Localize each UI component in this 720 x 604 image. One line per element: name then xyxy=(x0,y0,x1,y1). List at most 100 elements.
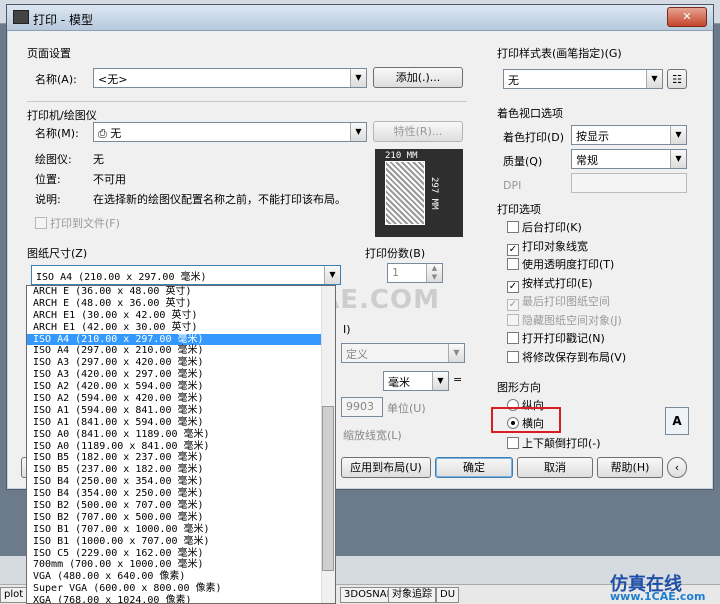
paper-size-select[interactable]: ISO A4 (210.00 x 297.00 毫米) ▼ xyxy=(31,265,341,285)
command-line[interactable]: plot xyxy=(0,587,28,603)
checkbox-box xyxy=(507,437,519,449)
paper-size-option[interactable]: ISO B2 (500.00 x 707.00 毫米) xyxy=(27,500,335,512)
quality-label: 质量(Q) xyxy=(503,155,543,168)
scale-select[interactable]: 定义 ▼ xyxy=(341,343,465,363)
properties-button[interactable]: 特性(R)... xyxy=(373,121,463,142)
plot-option-checkbox[interactable]: 将修改保存到布局(V) xyxy=(507,349,626,365)
paper-size-option[interactable]: ARCH E1 (42.00 x 30.00 英寸) xyxy=(27,322,335,334)
checkbox-box xyxy=(35,217,47,229)
plot-options-group: 打印选项 xyxy=(497,203,541,216)
paper-size-option[interactable]: ARCH E (36.00 x 48.00 英寸) xyxy=(27,286,335,298)
paper-size-option[interactable]: ISO A2 (420.00 x 594.00 毫米) xyxy=(27,381,335,393)
scale-value: 9903 xyxy=(346,400,374,413)
plot-option-label: 后台打印(K) xyxy=(522,221,582,234)
scale-value-input[interactable]: 9903 xyxy=(341,397,383,417)
plotter-value: 无 xyxy=(93,153,104,166)
print-to-file-checkbox[interactable]: 打印到文件(F) xyxy=(35,215,120,231)
paper-size-option[interactable]: ISO A1 (594.00 x 841.00 毫米) xyxy=(27,405,335,417)
paper-size-option[interactable]: ISO B4 (354.00 x 250.00 毫米) xyxy=(27,488,335,500)
cancel-button[interactable]: 取消 xyxy=(517,457,593,478)
unit-label: 单位(U) xyxy=(387,402,426,415)
plotter-name-value: 无 xyxy=(110,127,122,140)
paper-size-options: ARCH E (36.00 x 48.00 英寸) ARCH E (48.00 x… xyxy=(27,286,335,603)
copies-spinner[interactable]: 1 ▲ ▼ xyxy=(387,263,443,283)
paper-size-dropdown-list[interactable]: ARCH E (36.00 x 48.00 英寸) ARCH E (48.00 x… xyxy=(26,285,336,604)
plot-option-checkbox[interactable]: 后台打印(K) xyxy=(507,219,582,235)
paper-size-option[interactable]: ISO A1 (841.00 x 594.00 毫米) xyxy=(27,417,335,429)
apply-to-layout-button[interactable]: 应用到布局(U) xyxy=(341,457,431,478)
paper-size-option[interactable]: 700mm (700.00 x 1000.00 毫米) xyxy=(27,559,335,571)
check-icon: ✓ xyxy=(507,299,519,311)
plot-style-select[interactable]: 无 ▼ xyxy=(503,69,663,89)
page-setup-name-select[interactable]: <无> ▼ xyxy=(93,68,367,88)
paper-size-option[interactable]: ISO B2 (707.00 x 500.00 毫米) xyxy=(27,512,335,524)
paper-size-option[interactable]: Super VGA (600.00 x 800.00 像素) xyxy=(27,583,335,595)
plot-option-label: 使用透明度打印(T) xyxy=(522,258,615,271)
paper-preview: 210 MM 297 MM xyxy=(375,149,463,237)
plot-option-checkbox[interactable]: 打开打印戳记(N) xyxy=(507,330,605,346)
chevron-down-icon: ▼ xyxy=(670,126,686,144)
paper-size-option[interactable]: ISO A0 (841.00 x 1189.00 毫米) xyxy=(27,429,335,441)
paper-size-option[interactable]: ISO A4 (297.00 x 210.00 毫米) xyxy=(27,345,335,357)
check-icon: ✓ xyxy=(507,280,519,293)
paper-size-option[interactable]: ISO B5 (237.00 x 182.00 毫米) xyxy=(27,464,335,476)
printer-icon xyxy=(13,10,29,24)
paper-size-option[interactable]: VGA (480.00 x 640.00 像素) xyxy=(27,571,335,583)
plot-option-label: 隐藏图纸空间对象(J) xyxy=(522,313,622,327)
shaded-viewport-group: 着色视口选项 xyxy=(497,107,563,120)
plot-option-checkbox[interactable]: ✓ 最后打印图纸空间 xyxy=(507,293,610,311)
object-tracking-toggle[interactable]: 对象追踪 xyxy=(388,587,436,603)
checkbox-box xyxy=(507,350,519,363)
edit-plot-style-button[interactable]: ☷ xyxy=(667,69,687,89)
plot-option-label: 打印对象线宽 xyxy=(522,239,588,253)
copies-group: 打印份数(B) xyxy=(365,247,426,260)
paper-size-option[interactable]: ISO A2 (594.00 x 420.00 毫米) xyxy=(27,393,335,405)
spinner-arrows-icon: ▲ ▼ xyxy=(426,264,442,282)
plot-option-checkbox[interactable]: 隐藏图纸空间对象(J) xyxy=(507,312,622,328)
dropdown-scrollbar[interactable] xyxy=(321,286,335,603)
du-toggle[interactable]: DU xyxy=(436,587,460,603)
dpi-input[interactable] xyxy=(571,173,687,193)
unit-select[interactable]: 毫米 ▼ xyxy=(383,371,449,391)
paper-size-option[interactable]: ISO B1 (1000.00 x 707.00 毫米) xyxy=(27,536,335,548)
paper-size-option[interactable]: ARCH E (48.00 x 36.00 英寸) xyxy=(27,298,335,310)
orientation-group: 图形方向 xyxy=(497,381,541,394)
plot-option-checkbox[interactable]: ✓ 按样式打印(E) xyxy=(507,275,593,293)
plot-option-label: 按样式打印(E) xyxy=(522,276,593,290)
chevron-down-icon: ▼ xyxy=(350,69,366,87)
paper-size-option[interactable]: ISO C5 (229.00 x 162.00 毫米) xyxy=(27,548,335,560)
paper-size-option[interactable]: ISO A3 (297.00 x 420.00 毫米) xyxy=(27,357,335,369)
scrollbar-thumb[interactable] xyxy=(322,406,334,571)
plot-option-checkbox[interactable]: 使用透明度打印(T) xyxy=(507,256,614,272)
scale-define-value: 定义 xyxy=(346,348,368,361)
paper-size-option[interactable]: ISO A0 (1189.00 x 841.00 毫米) xyxy=(27,441,335,453)
shade-plot-select[interactable]: 按显示 ▼ xyxy=(571,125,687,145)
location-label: 位置: xyxy=(35,173,61,186)
plot-option-label: 打开打印戳记(N) xyxy=(522,332,605,345)
window-title: 打印 - 模型 xyxy=(33,13,93,27)
plot-option-checkbox[interactable]: ✓ 打印对象线宽 xyxy=(507,238,588,256)
page-setup-name-label: 名称(A): xyxy=(35,73,77,86)
quality-value: 常规 xyxy=(576,154,598,167)
paper-size-option[interactable]: ISO B5 (182.00 x 237.00 毫米) xyxy=(27,452,335,464)
add-page-setup-button[interactable]: 添加(.)... xyxy=(373,67,463,88)
upside-down-checkbox[interactable]: 上下颠倒打印(-) xyxy=(507,435,601,451)
plotter-name-select[interactable]: ⎙ 无 ▼ xyxy=(93,122,367,142)
scale-lineweight-label: 缩放线宽(L) xyxy=(343,429,402,442)
paper-size-option[interactable]: ISO A4 (210.00 x 297.00 毫米) xyxy=(27,333,335,346)
plot-option-label: 最后打印图纸空间 xyxy=(522,295,610,308)
location-value: 不可用 xyxy=(93,173,126,186)
help-button[interactable]: 帮助(H) xyxy=(597,457,663,478)
ok-button[interactable]: 确定 xyxy=(435,457,513,478)
paper-size-option[interactable]: ISO B1 (707.00 x 1000.00 毫米) xyxy=(27,524,335,536)
plot-option-label: 将修改保存到布局(V) xyxy=(522,350,627,364)
collapse-button[interactable]: ‹ xyxy=(667,457,687,478)
quality-select[interactable]: 常规 ▼ xyxy=(571,149,687,169)
paper-size-option[interactable]: ISO B4 (250.00 x 354.00 毫米) xyxy=(27,476,335,488)
paper-size-option[interactable]: XGA (768.00 x 1024.00 像素) xyxy=(27,595,335,603)
highlight-box-landscape xyxy=(491,407,561,433)
paper-size-option[interactable]: ISO A3 (420.00 x 297.00 毫米) xyxy=(27,369,335,381)
paper-size-option[interactable]: ARCH E1 (30.00 x 42.00 英寸) xyxy=(27,310,335,322)
close-button[interactable]: ✕ xyxy=(667,7,707,27)
upside-down-label: 上下颠倒打印(-) xyxy=(522,437,601,450)
